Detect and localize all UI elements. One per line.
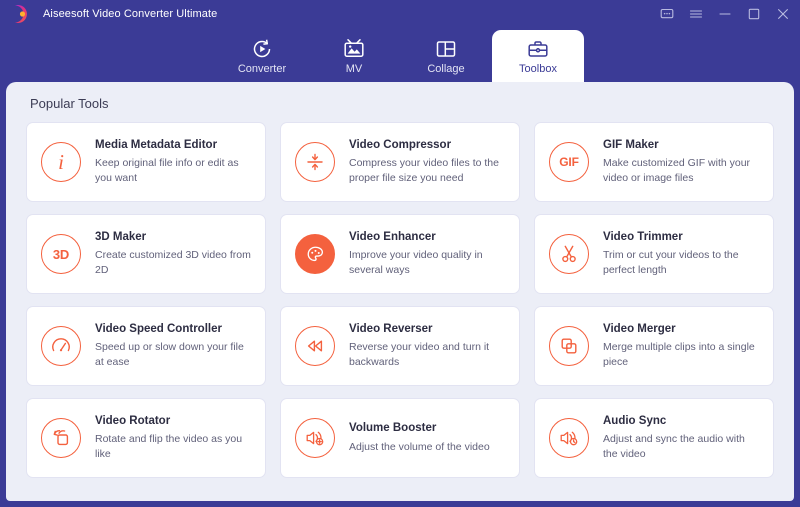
tool-card-text: Video Rotator Rotate and flip the video … bbox=[95, 415, 253, 462]
tab-label: Toolbox bbox=[519, 62, 557, 75]
toolbox-icon bbox=[527, 38, 549, 60]
tab-toolbox[interactable]: Toolbox bbox=[492, 30, 584, 82]
tool-title: Video Trimmer bbox=[603, 230, 683, 243]
page-title: Popular Tools bbox=[30, 96, 109, 111]
rotate-icon bbox=[41, 418, 81, 458]
tool-card-video-rotator[interactable]: Video Rotator Rotate and flip the video … bbox=[26, 398, 266, 478]
tool-title: 3D Maker bbox=[95, 230, 147, 243]
tool-desc: Trim or cut your videos to the perfect l… bbox=[603, 249, 739, 276]
tool-title: Video Enhancer bbox=[349, 230, 436, 243]
merge-icon bbox=[549, 326, 589, 366]
tab-label: MV bbox=[345, 62, 363, 75]
tool-card-text: Video Trimmer Trim or cut your videos to… bbox=[603, 231, 761, 278]
tool-title: Video Compressor bbox=[349, 138, 452, 151]
tool-card-text: Video Merger Merge multiple clips into a… bbox=[603, 323, 761, 370]
tab-converter[interactable]: Converter bbox=[216, 30, 308, 82]
audio-sync-icon bbox=[549, 418, 589, 458]
toolbox-panel: Popular Tools i Media Metadata Editor Ke… bbox=[6, 82, 794, 501]
tool-title: Volume Booster bbox=[349, 421, 437, 434]
tool-card-text: Volume Booster Adjust the volume of the … bbox=[349, 422, 490, 454]
tool-title: Video Speed Controller bbox=[95, 322, 222, 335]
compress-icon bbox=[295, 142, 335, 182]
scissors-icon bbox=[549, 234, 589, 274]
tool-title: Video Reverser bbox=[349, 322, 433, 335]
tab-mv[interactable]: MV bbox=[308, 30, 400, 82]
app-window: Aiseesoft Video Converter Ultimate Conve… bbox=[0, 0, 800, 507]
tool-card-gif-maker[interactable]: GIF GIF Maker Make customized GIF with y… bbox=[534, 122, 774, 202]
rewind-icon bbox=[295, 326, 335, 366]
tool-card-video-compressor[interactable]: Video Compressor Compress your video fil… bbox=[280, 122, 520, 202]
mv-icon bbox=[343, 38, 365, 60]
tool-title: GIF Maker bbox=[603, 138, 659, 151]
maximize-icon[interactable] bbox=[746, 7, 761, 22]
tool-card-text: Media Metadata Editor Keep original file… bbox=[95, 139, 253, 186]
tool-title: Media Metadata Editor bbox=[95, 138, 218, 151]
feedback-icon[interactable] bbox=[659, 7, 674, 22]
tool-desc: Keep original file info or edit as you w… bbox=[95, 157, 239, 184]
collage-icon bbox=[435, 38, 457, 60]
tool-card-video-reverser[interactable]: Video Reverser Reverse your video and tu… bbox=[280, 306, 520, 386]
speedometer-icon bbox=[41, 326, 81, 366]
tool-desc: Improve your video quality in several wa… bbox=[349, 249, 483, 276]
tool-card-video-speed-controller[interactable]: Video Speed Controller Speed up or slow … bbox=[26, 306, 266, 386]
tab-label: Collage bbox=[427, 62, 465, 75]
tool-card-audio-sync[interactable]: Audio Sync Adjust and sync the audio wit… bbox=[534, 398, 774, 478]
tool-card-video-enhancer[interactable]: Video Enhancer Improve your video qualit… bbox=[280, 214, 520, 294]
tool-card-text: GIF Maker Make customized GIF with your … bbox=[603, 139, 761, 186]
close-icon[interactable] bbox=[775, 7, 790, 22]
tool-title: Video Merger bbox=[603, 322, 676, 335]
tool-card-media-metadata-editor[interactable]: i Media Metadata Editor Keep original fi… bbox=[26, 122, 266, 202]
tool-card-text: 3D Maker Create customized 3D video from… bbox=[95, 231, 253, 278]
tool-desc: Adjust and sync the audio with the video bbox=[603, 433, 745, 460]
tool-desc: Reverse your video and turn it backwards bbox=[349, 341, 490, 368]
tool-card-text: Audio Sync Adjust and sync the audio wit… bbox=[603, 415, 761, 462]
tab-label: Converter bbox=[237, 62, 287, 75]
tool-title: Audio Sync bbox=[603, 414, 667, 427]
tool-title: Video Rotator bbox=[95, 414, 171, 427]
titlebar: Aiseesoft Video Converter Ultimate bbox=[0, 0, 800, 28]
tool-desc: Compress your video files to the proper … bbox=[349, 157, 499, 184]
converter-icon bbox=[251, 38, 273, 60]
main-tabbar: Converter MV Collage Toolbox bbox=[0, 28, 800, 82]
tool-desc: Rotate and flip the video as you like bbox=[95, 433, 243, 460]
tool-card-text: Video Speed Controller Speed up or slow … bbox=[95, 323, 253, 370]
tool-card-volume-booster[interactable]: Volume Booster Adjust the volume of the … bbox=[280, 398, 520, 478]
tool-desc: Create customized 3D video from 2D bbox=[95, 249, 251, 276]
volume-plus-icon bbox=[295, 418, 335, 458]
tool-card-text: Video Enhancer Improve your video qualit… bbox=[349, 231, 507, 278]
tool-card-text: Video Reverser Reverse your video and tu… bbox=[349, 323, 507, 370]
tool-card-video-merger[interactable]: Video Merger Merge multiple clips into a… bbox=[534, 306, 774, 386]
tab-collage[interactable]: Collage bbox=[400, 30, 492, 82]
menu-icon[interactable] bbox=[688, 7, 703, 22]
gif-icon: GIF bbox=[549, 142, 589, 182]
window-controls bbox=[659, 0, 790, 28]
aiseesoft-logo-icon bbox=[12, 3, 34, 25]
tool-desc: Adjust the volume of the video bbox=[349, 440, 490, 453]
tool-desc: Make customized GIF with your video or i… bbox=[603, 157, 751, 184]
tool-desc: Merge multiple clips into a single piece bbox=[603, 341, 755, 368]
3d-icon: 3D bbox=[41, 234, 81, 274]
palette-icon bbox=[295, 234, 335, 274]
tool-card-text: Video Compressor Compress your video fil… bbox=[349, 139, 507, 186]
tool-desc: Speed up or slow down your file at ease bbox=[95, 341, 244, 368]
minimize-icon[interactable] bbox=[717, 7, 732, 22]
info-icon: i bbox=[41, 142, 81, 182]
tool-card-3d-maker[interactable]: 3D 3D Maker Create customized 3D video f… bbox=[26, 214, 266, 294]
tool-card-video-trimmer[interactable]: Video Trimmer Trim or cut your videos to… bbox=[534, 214, 774, 294]
app-title: Aiseesoft Video Converter Ultimate bbox=[43, 8, 218, 20]
tools-grid: i Media Metadata Editor Keep original fi… bbox=[26, 122, 774, 478]
